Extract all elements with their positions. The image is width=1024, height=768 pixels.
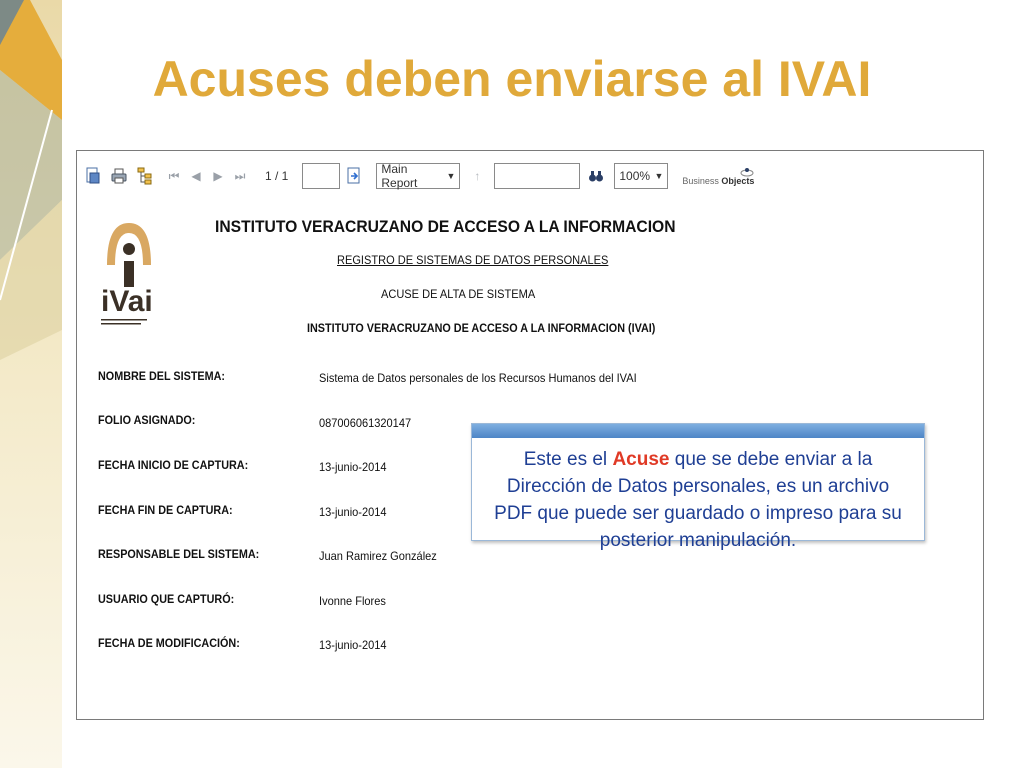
report-select-value: Main Report bbox=[381, 162, 418, 190]
chevron-down-icon: ▼ bbox=[654, 171, 664, 181]
field-value: Ivonne Flores bbox=[319, 594, 386, 608]
field-value: 087006061320147 bbox=[319, 416, 412, 430]
viewer-toolbar: ⏮ ◀ ▶ ⏭ 1 / 1 Main Report ▼ ↑ 100% ▼ Bus… bbox=[85, 159, 785, 193]
report-entity: INSTITUTO VERACRUZANO DE ACCESO A LA INF… bbox=[307, 321, 656, 335]
last-page-icon[interactable]: ⏭ bbox=[229, 169, 251, 184]
chevron-down-icon: ▼ bbox=[446, 171, 456, 181]
callout-text: Este es el Acuse que se debe enviar a la… bbox=[472, 438, 924, 554]
field-value: 13-junio-2014 bbox=[319, 638, 387, 652]
field-label: USUARIO QUE CAPTURÓ: bbox=[98, 592, 235, 606]
zoom-select-value: 100% bbox=[619, 169, 651, 183]
callout-text-before: Este es el bbox=[523, 449, 613, 470]
logo-text: iVai bbox=[101, 285, 153, 318]
export-icon[interactable] bbox=[85, 167, 101, 185]
report-select[interactable]: Main Report ▼ bbox=[376, 162, 461, 190]
drill-up-icon[interactable]: ↑ bbox=[466, 169, 488, 183]
zoom-select[interactable]: 100% ▼ bbox=[614, 163, 669, 189]
field-label: FOLIO ASIGNADO: bbox=[98, 413, 196, 427]
field-label: FECHA INICIO DE CAPTURA: bbox=[98, 458, 249, 472]
search-input[interactable] bbox=[494, 163, 581, 189]
business-objects-logo: Business Objects bbox=[682, 167, 754, 186]
print-icon[interactable] bbox=[111, 167, 127, 185]
field-label: FECHA FIN DE CAPTURA: bbox=[98, 503, 233, 517]
report-doc-type: ACUSE DE ALTA DE SISTEMA bbox=[381, 287, 536, 301]
brand-small-text: Business bbox=[682, 175, 719, 186]
callout-header-bar bbox=[472, 424, 924, 438]
callout-box: Este es el Acuse que se debe enviar a la… bbox=[471, 423, 925, 551]
report-subheading: REGISTRO DE SISTEMAS DE DATOS PERSONALES bbox=[337, 253, 609, 267]
page-indicator: 1 / 1 bbox=[265, 169, 289, 183]
field-value: Juan Ramirez González bbox=[319, 549, 437, 563]
report-page: iVai INSTITUTO VERACRUZANO DE ACCESO A L… bbox=[85, 197, 975, 711]
field-value: 13-junio-2014 bbox=[319, 505, 387, 519]
field-value: 13-junio-2014 bbox=[319, 460, 387, 474]
callout-highlight: Acuse bbox=[612, 449, 670, 470]
field-label: NOMBRE DEL SISTEMA: bbox=[98, 369, 226, 383]
report-viewer-frame: ⏮ ◀ ▶ ⏭ 1 / 1 Main Report ▼ ↑ 100% ▼ Bus… bbox=[76, 150, 984, 720]
field-value: Sistema de Datos personales de los Recur… bbox=[319, 371, 637, 385]
group-tree-icon[interactable] bbox=[137, 167, 153, 185]
slide-title: Acuses deben enviarse al IVAI bbox=[152, 51, 872, 107]
goto-page-icon[interactable] bbox=[346, 167, 362, 185]
binoculars-search-icon[interactable] bbox=[588, 167, 604, 185]
previous-page-icon[interactable]: ◀ bbox=[185, 169, 207, 183]
goto-page-input[interactable] bbox=[302, 163, 341, 189]
report-heading: INSTITUTO VERACRUZANO DE ACCESO A LA INF… bbox=[215, 217, 676, 236]
first-page-icon[interactable]: ⏮ bbox=[163, 169, 185, 184]
brand-bold-text: Objects bbox=[721, 175, 755, 186]
ivai-logo: iVai bbox=[97, 219, 161, 337]
decorative-side-band bbox=[0, 0, 62, 768]
next-page-icon[interactable]: ▶ bbox=[207, 169, 229, 183]
field-label: RESPONSABLE DEL SISTEMA: bbox=[98, 547, 260, 561]
field-label: FECHA DE MODIFICACIÓN: bbox=[98, 636, 240, 650]
